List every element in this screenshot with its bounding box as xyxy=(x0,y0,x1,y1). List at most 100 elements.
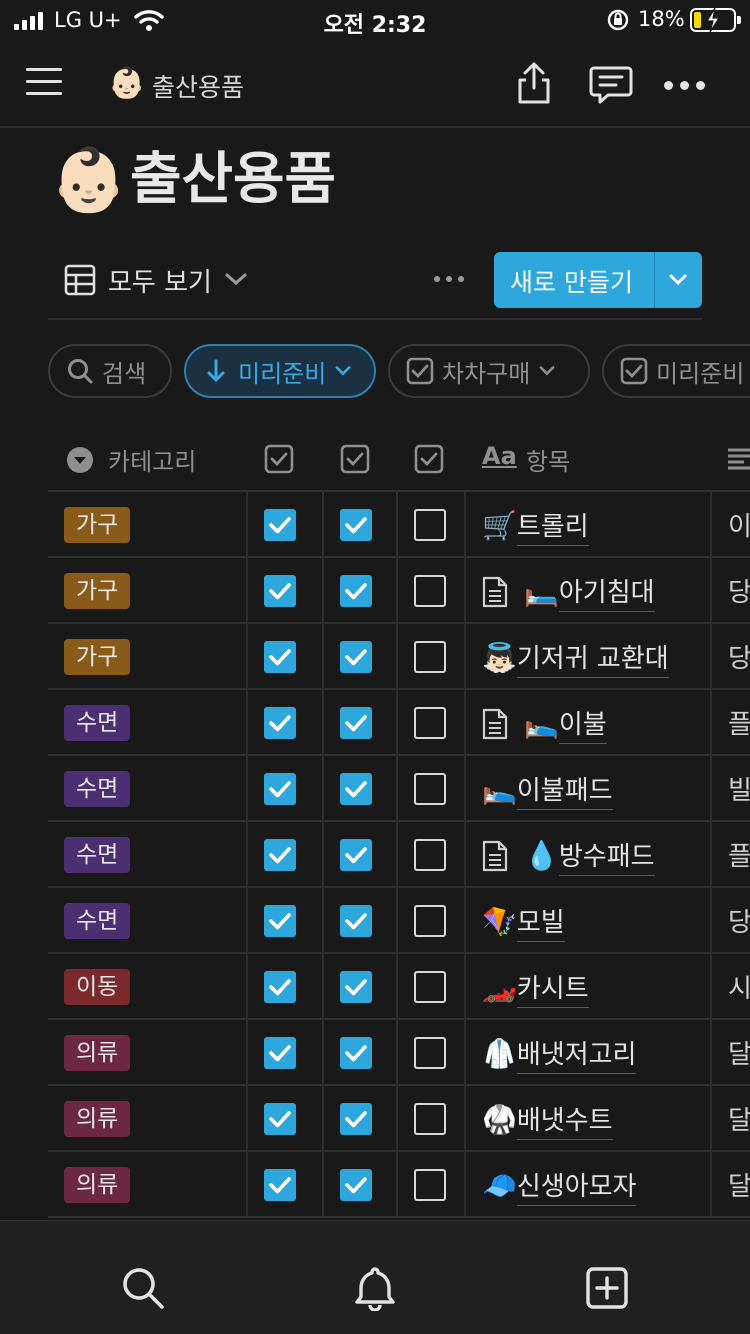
checkbox[interactable] xyxy=(340,707,372,739)
checkbox[interactable] xyxy=(340,971,372,1003)
checkbox[interactable] xyxy=(340,773,372,805)
checkbox[interactable] xyxy=(264,839,296,871)
checkbox[interactable] xyxy=(340,905,372,937)
checkbox[interactable] xyxy=(414,641,446,673)
item-title[interactable]: 🪁 모빌 xyxy=(482,902,565,942)
text-cell[interactable]: 빌 xyxy=(728,770,750,807)
text-cell[interactable]: 플 xyxy=(728,836,750,873)
checkbox[interactable] xyxy=(340,1169,372,1201)
category-tag[interactable]: 수면 xyxy=(64,705,131,741)
sort-chip[interactable]: 미리준비 xyxy=(184,344,376,398)
category-tag[interactable]: 수면 xyxy=(64,837,131,873)
checkbox-column-icon[interactable] xyxy=(414,444,444,474)
checkbox[interactable] xyxy=(414,509,446,541)
item-title[interactable]: 🛏️ 아기침대 xyxy=(482,572,655,612)
text-cell[interactable]: 달 xyxy=(728,1100,750,1137)
item-title[interactable]: 🥋 배냇수트 xyxy=(482,1100,613,1140)
checkbox[interactable] xyxy=(264,641,296,673)
item-title[interactable]: 🛌 이불 xyxy=(482,704,607,744)
page-title[interactable]: 출산용품 xyxy=(130,142,336,218)
comment-icon[interactable] xyxy=(588,64,634,106)
bell-icon[interactable] xyxy=(352,1265,398,1311)
category-tag[interactable]: 수면 xyxy=(64,771,131,807)
checkbox[interactable] xyxy=(414,1169,446,1201)
item-title[interactable]: 🥼 배냇저고리 xyxy=(482,1034,637,1074)
item-title[interactable]: 💧 방수패드 xyxy=(482,836,655,876)
category-tag[interactable]: 가구 xyxy=(64,507,131,543)
table-row[interactable]: 가구 👼🏻 기저귀 교환대 당 xyxy=(48,624,750,690)
text-cell[interactable]: 달 xyxy=(728,1034,750,1071)
item-title[interactable]: 🏎️ 카시트 xyxy=(482,968,589,1008)
category-tag[interactable]: 의류 xyxy=(64,1167,131,1203)
checkbox[interactable] xyxy=(264,575,296,607)
checkbox[interactable] xyxy=(414,971,446,1003)
filter-chip-mirijunbi[interactable]: 미리준비 xyxy=(602,344,750,398)
category-tag[interactable]: 가구 xyxy=(64,573,131,609)
new-options-chevron-icon[interactable] xyxy=(668,272,688,288)
text-cell[interactable]: 당 xyxy=(728,572,750,609)
checkbox[interactable] xyxy=(414,575,446,607)
table-row[interactable]: 수면 💧 방수패드 플 xyxy=(48,822,750,888)
checkbox[interactable] xyxy=(264,1103,296,1135)
table-row[interactable]: 수면 🛌 이불패드 빌 xyxy=(48,756,750,822)
category-tag[interactable]: 의류 xyxy=(64,1035,131,1071)
checkbox[interactable] xyxy=(414,1103,446,1135)
checkbox[interactable] xyxy=(264,905,296,937)
category-tag[interactable]: 가구 xyxy=(64,639,131,675)
checkbox[interactable] xyxy=(340,641,372,673)
page-icon[interactable]: 👶🏻 xyxy=(50,144,127,216)
text-cell[interactable]: 플 xyxy=(728,704,750,741)
checkbox[interactable] xyxy=(414,905,446,937)
table-row[interactable]: 가구 🛏️ 아기침대 당 xyxy=(48,558,750,624)
new-button[interactable]: 새로 만들기 xyxy=(494,252,702,308)
checkbox-column-icon[interactable] xyxy=(264,444,294,474)
checkbox[interactable] xyxy=(414,773,446,805)
category-tag[interactable]: 수면 xyxy=(64,903,131,939)
text-cell[interactable]: 당 xyxy=(728,638,750,675)
column-header-category[interactable]: 카테고리 xyxy=(108,442,196,477)
checkbox[interactable] xyxy=(264,971,296,1003)
checkbox[interactable] xyxy=(340,839,372,871)
checkbox[interactable] xyxy=(264,509,296,541)
text-cell[interactable]: 달 xyxy=(728,1166,750,1203)
item-title[interactable]: 🧢 신생아모자 xyxy=(482,1166,637,1206)
category-tag[interactable]: 이동 xyxy=(64,969,131,1005)
search-chip[interactable]: 검색 xyxy=(48,344,172,398)
text-cell[interactable]: 당 xyxy=(728,902,750,939)
table-row[interactable]: 의류 🧢 신생아모자 달 xyxy=(48,1152,750,1218)
text-cell[interactable]: 시 xyxy=(728,968,750,1005)
checkbox[interactable] xyxy=(340,1103,372,1135)
checkbox[interactable] xyxy=(414,707,446,739)
filter-chip-chachaguma[interactable]: 차차구매 xyxy=(388,344,590,398)
view-more-icon[interactable] xyxy=(434,276,464,282)
table-row[interactable]: 의류 🥋 배냇수트 달 xyxy=(48,1086,750,1152)
checkbox[interactable] xyxy=(340,509,372,541)
column-header-item[interactable]: 항목 xyxy=(526,442,570,477)
checkbox[interactable] xyxy=(264,1169,296,1201)
item-title[interactable]: 🛌 이불패드 xyxy=(482,770,613,810)
view-selector[interactable]: 모두 보기 xyxy=(108,262,212,299)
item-title[interactable]: 👼🏻 기저귀 교환대 xyxy=(482,638,669,678)
category-tag[interactable]: 의류 xyxy=(64,1101,131,1137)
checkbox[interactable] xyxy=(264,1037,296,1069)
item-title[interactable]: 🛒 트롤리 xyxy=(482,506,589,546)
table-row[interactable]: 의류 🥼 배냇저고리 달 xyxy=(48,1020,750,1086)
search-icon[interactable] xyxy=(120,1265,166,1311)
checkbox[interactable] xyxy=(340,575,372,607)
table-row[interactable]: 수면 🪁 모빌 당 xyxy=(48,888,750,954)
checkbox[interactable] xyxy=(264,707,296,739)
checkbox-column-icon[interactable] xyxy=(340,444,370,474)
more-options-icon[interactable] xyxy=(664,78,714,92)
table-row[interactable]: 가구 🛒 트롤리 이 xyxy=(48,492,750,558)
checkbox[interactable] xyxy=(414,1037,446,1069)
table-row[interactable]: 이동 🏎️ 카시트 시 xyxy=(48,954,750,1020)
checkbox[interactable] xyxy=(340,1037,372,1069)
checkbox[interactable] xyxy=(414,839,446,871)
add-page-icon[interactable] xyxy=(584,1265,630,1311)
nav-page-title[interactable]: 출산용품 xyxy=(152,68,244,104)
chevron-down-icon[interactable] xyxy=(224,270,248,288)
menu-icon[interactable] xyxy=(26,68,62,100)
table-row[interactable]: 수면 🛌 이불 플 xyxy=(48,690,750,756)
checkbox[interactable] xyxy=(264,773,296,805)
text-cell[interactable]: 이 xyxy=(728,506,750,543)
